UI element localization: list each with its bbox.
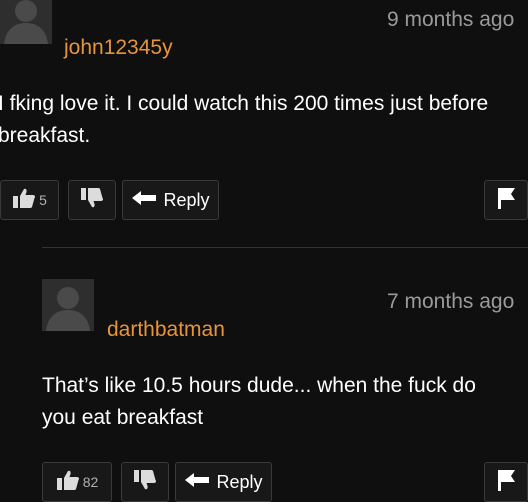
reply-label: Reply [216,471,263,492]
comment: darthbatman 7 months ago That’s like 10.… [0,0,528,502]
timestamp: 7 months ago [387,290,515,313]
comment-text: That’s like 10.5 hours dude... when the … [42,374,476,429]
username[interactable]: darthbatman [107,318,225,342]
thumbs-down-icon [133,469,157,496]
reply-button[interactable]: Reply [175,462,272,502]
dislike-button[interactable] [121,462,169,502]
thumbs-up-icon [56,469,80,496]
avatar-icon[interactable] [42,279,94,331]
like-count: 82 [82,474,99,490]
flag-button[interactable] [484,462,528,502]
flag-icon [496,468,516,497]
like-button[interactable]: 82 [42,462,112,502]
reply-arrow-icon [184,472,210,493]
